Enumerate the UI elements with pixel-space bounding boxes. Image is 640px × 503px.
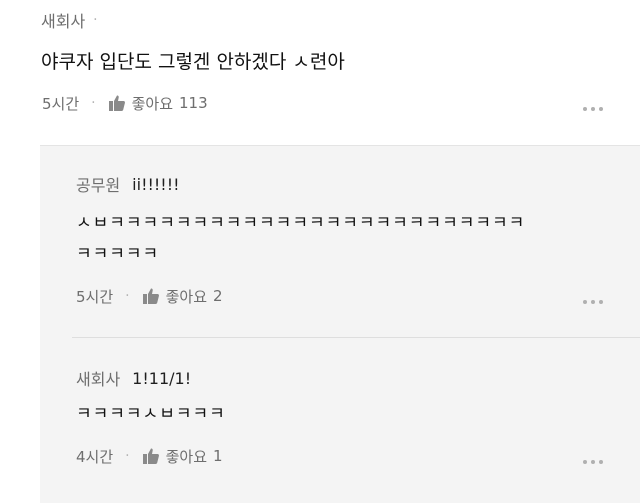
like-label: 좋아요	[165, 447, 208, 466]
reply-author-tag: 1!11/1!	[132, 368, 192, 388]
like-label: 좋아요	[165, 287, 208, 306]
comment-text: 야쿠자 입단도 그렇겐 안하겠다 ㅅ련아	[41, 51, 345, 73]
more-dot	[599, 107, 603, 111]
comment-meta: 5시간 · 좋아요 113	[42, 91, 208, 115]
more-dot	[583, 107, 587, 111]
reply-author[interactable]: 새회사	[76, 366, 120, 390]
reply-meta: 4시간 · 좋아요 1	[76, 444, 223, 468]
like-button[interactable]: 좋아요 113	[108, 93, 208, 114]
like-count: 1	[213, 447, 223, 465]
comment-thread: 새회사 · 야쿠자 입단도 그렇겐 안하겠다 ㅅ련아 5시간 · 좋아요 113	[0, 0, 640, 503]
more-dot	[583, 300, 587, 304]
reply-text-line: ㅋㅋㅋㅋㅅㅂㅋㅋㅋ	[76, 404, 226, 424]
more-dot	[583, 460, 587, 464]
comment-author[interactable]: 새회사	[41, 8, 85, 32]
thumbs-up-icon	[142, 448, 159, 464]
meta-separator: ·	[125, 448, 130, 464]
more-dot	[599, 460, 603, 464]
reply-author-tag: ii!!!!!!	[132, 174, 180, 194]
more-dot	[591, 107, 595, 111]
more-dot	[591, 460, 595, 464]
reply-time: 5시간	[76, 287, 114, 306]
reply-author[interactable]: 공무원	[76, 172, 120, 196]
like-button[interactable]: 좋아요 2	[142, 286, 223, 307]
meta-separator: ·	[125, 288, 130, 304]
author-separator: ·	[93, 12, 98, 28]
more-options-icon[interactable]	[583, 460, 603, 464]
thumbs-up-icon	[108, 95, 125, 111]
more-dot	[599, 300, 603, 304]
like-count: 113	[179, 94, 208, 112]
more-options-icon[interactable]	[583, 300, 603, 304]
reply-meta: 5시간 · 좋아요 2	[76, 284, 223, 308]
like-count: 2	[213, 287, 223, 305]
comment-time: 5시간	[42, 94, 80, 113]
like-button[interactable]: 좋아요 1	[142, 446, 223, 467]
reply-text-line: ㅋㅋㅋㅋㅋ	[76, 244, 160, 264]
more-dot	[591, 300, 595, 304]
meta-separator: ·	[91, 95, 96, 111]
comment-author-line: 새회사 ·	[41, 8, 98, 32]
reply-author-line: 새회사 1!11/1!	[76, 366, 191, 390]
like-label: 좋아요	[131, 94, 174, 113]
comment-item: 새회사 · 야쿠자 입단도 그렇겐 안하겠다 ㅅ련아 5시간 · 좋아요 113	[0, 0, 640, 145]
thumbs-up-icon	[142, 288, 159, 304]
reply-author-line: 공무원 ii!!!!!!	[76, 172, 180, 196]
more-options-icon[interactable]	[583, 107, 603, 111]
reply-divider	[72, 337, 640, 338]
reply-time: 4시간	[76, 447, 114, 466]
